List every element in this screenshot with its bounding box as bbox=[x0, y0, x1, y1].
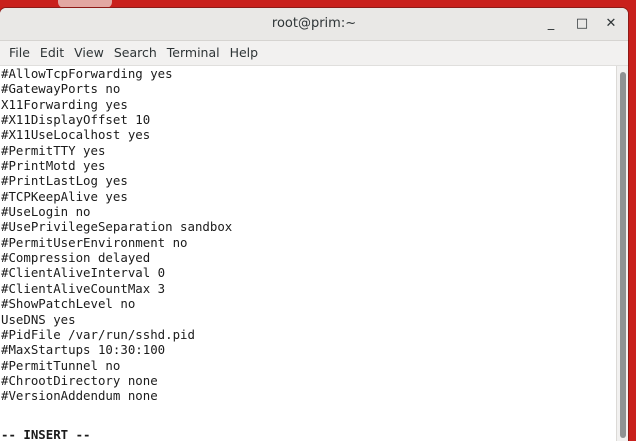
menu-bar: File Edit View Search Terminal Help bbox=[0, 41, 628, 66]
terminal-line: #TCPKeepAlive yes bbox=[1, 188, 128, 204]
title-bar[interactable]: root@prim:~ _ □ ✕ bbox=[0, 8, 628, 41]
terminal-line: UseDNS yes bbox=[1, 311, 76, 327]
terminal-line: #X11UseLocalhost yes bbox=[1, 127, 151, 143]
terminal-line: #ClientAliveCountMax 3 bbox=[1, 280, 166, 296]
window-title: root@prim:~ bbox=[271, 16, 357, 31]
terminal-line: X11Forwarding yes bbox=[1, 96, 128, 112]
minimize-button[interactable]: _ bbox=[540, 14, 562, 34]
terminal-lines: #AllowTcpForwarding yes #GatewayPorts no… bbox=[0, 66, 616, 404]
terminal-line: #GatewayPorts no bbox=[1, 81, 121, 97]
terminal-line: #PrintMotd yes bbox=[1, 158, 106, 174]
vim-mode-status: -- INSERT -- bbox=[1, 427, 91, 441]
menu-file[interactable]: File bbox=[4, 41, 35, 65]
terminal-line: #ChrootDirectory none bbox=[1, 372, 158, 388]
terminal-line: #X11DisplayOffset 10 bbox=[1, 112, 151, 128]
terminal-line: #PermitTunnel no bbox=[1, 357, 121, 373]
menu-help[interactable]: Help bbox=[225, 41, 264, 65]
terminal-line: #AllowTcpForwarding yes bbox=[1, 66, 173, 81]
terminal-line: #UseLogin no bbox=[1, 204, 91, 220]
terminal-line: #ClientAliveInterval 0 bbox=[1, 265, 166, 281]
terminal-line: #PidFile /var/run/sshd.pid bbox=[1, 326, 195, 342]
vertical-scrollbar[interactable] bbox=[616, 66, 628, 441]
terminal-line: #Compression delayed bbox=[1, 250, 151, 266]
menu-terminal[interactable]: Terminal bbox=[162, 41, 225, 65]
desktop-icon-fragment bbox=[58, 0, 112, 8]
terminal-line: #PermitUserEnvironment no bbox=[1, 234, 188, 250]
menu-edit[interactable]: Edit bbox=[35, 41, 69, 65]
terminal-window: root@prim:~ _ □ ✕ File Edit View Search … bbox=[0, 8, 628, 441]
menu-view[interactable]: View bbox=[69, 41, 109, 65]
terminal-line: #MaxStartups 10:30:100 bbox=[1, 342, 166, 358]
terminal-line: #PermitTTY yes bbox=[1, 142, 106, 158]
maximize-button[interactable]: □ bbox=[571, 14, 593, 34]
terminal-line: #PrintLastLog yes bbox=[1, 173, 128, 189]
terminal-area[interactable]: #AllowTcpForwarding yes #GatewayPorts no… bbox=[0, 66, 616, 441]
terminal-line: #VersionAddendum none bbox=[1, 388, 158, 404]
terminal-line: #UsePrivilegeSeparation sandbox bbox=[1, 219, 233, 235]
terminal-line: #ShowPatchLevel no bbox=[1, 296, 136, 312]
close-button[interactable]: ✕ bbox=[600, 14, 622, 34]
menu-search[interactable]: Search bbox=[109, 41, 162, 65]
scrollbar-thumb[interactable] bbox=[620, 72, 626, 438]
